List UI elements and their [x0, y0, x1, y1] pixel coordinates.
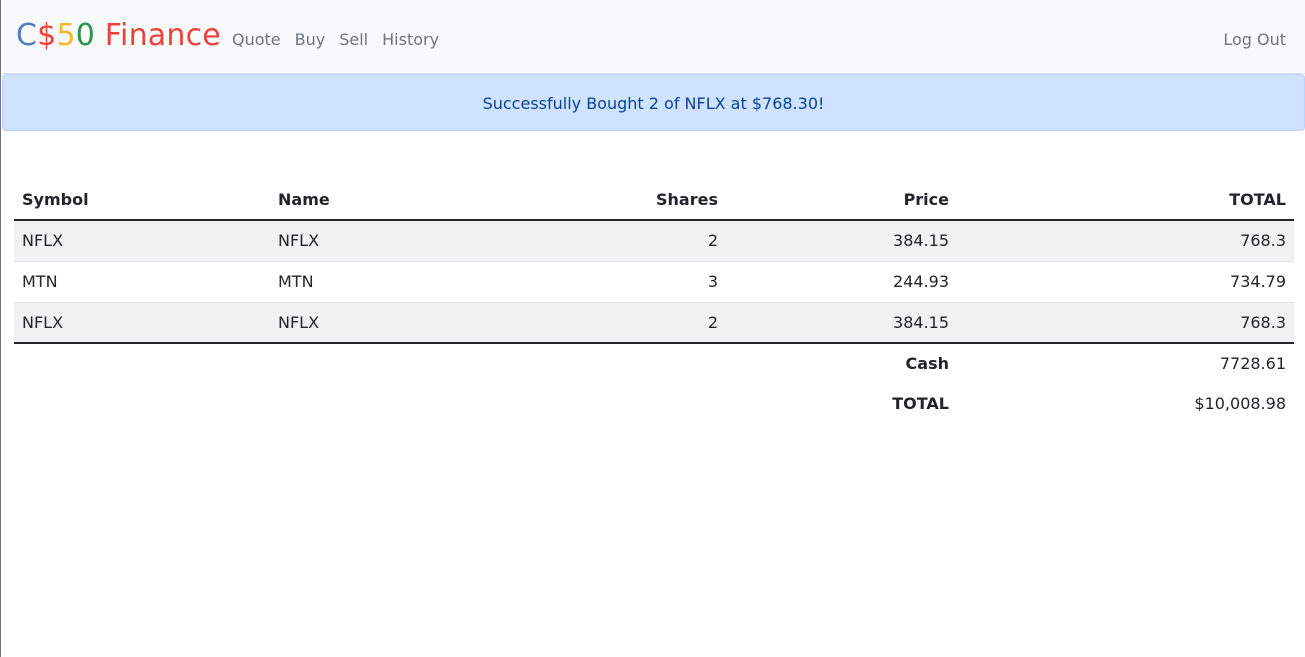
header-price: Price — [726, 180, 957, 221]
cell-total: 768.3 — [957, 220, 1294, 262]
nav-link-history[interactable]: History — [382, 28, 439, 52]
header-shares: Shares — [526, 180, 726, 221]
cell-name: NFLX — [270, 220, 526, 262]
page-frame: C$50 Finance Quote Buy Sell History Log … — [0, 0, 1305, 657]
cell-total: 734.79 — [957, 261, 1294, 303]
brand-part: $ — [37, 18, 57, 53]
logout-link[interactable]: Log Out — [1223, 28, 1286, 52]
cash-label: Cash — [905, 354, 949, 373]
cash-value: 7728.61 — [1219, 354, 1286, 373]
brand-part: 0 — [75, 18, 96, 53]
cell-name: MTN — [270, 261, 526, 303]
brand-part: 5 — [56, 18, 76, 53]
grand-total-row: TOTAL $10,008.98 — [14, 383, 1294, 423]
portfolio-table: Symbol Name Shares Price TOTAL NFLX NFLX… — [14, 180, 1294, 423]
cash-row: Cash 7728.61 — [14, 343, 1294, 383]
table-row: NFLX NFLX 2 384.15 768.3 — [14, 302, 1294, 344]
cell-symbol: NFLX — [14, 220, 270, 262]
brand-logo[interactable]: C$50 Finance — [16, 18, 221, 54]
navbar: C$50 Finance Quote Buy Sell History Log … — [2, 0, 1305, 74]
cell-symbol: NFLX — [14, 302, 270, 344]
cell-shares: 3 — [526, 261, 726, 303]
grand-total-label: TOTAL — [892, 393, 949, 413]
header-total: TOTAL — [957, 180, 1294, 221]
cell-symbol: MTN — [14, 261, 270, 303]
brand-part: C — [16, 18, 38, 53]
grand-total-value: $10,008.98 — [1194, 393, 1286, 413]
cell-shares: 2 — [526, 220, 726, 262]
brand-part: Finance — [95, 18, 221, 53]
cell-price: 244.93 — [726, 261, 957, 303]
nav-links: Quote Buy Sell History — [232, 28, 453, 52]
cell-price: 384.15 — [726, 302, 957, 344]
cell-shares: 2 — [526, 302, 726, 344]
nav-link-quote[interactable]: Quote — [232, 28, 281, 52]
header-symbol: Symbol — [14, 180, 270, 221]
cell-total: 768.3 — [957, 302, 1294, 344]
nav-link-sell[interactable]: Sell — [339, 28, 368, 52]
cell-name: NFLX — [270, 302, 526, 344]
header-name: Name — [270, 180, 526, 221]
table-row: NFLX NFLX 2 384.15 768.3 — [14, 220, 1294, 262]
table-header-row: Symbol Name Shares Price TOTAL — [14, 180, 1294, 221]
table-row: MTN MTN 3 244.93 734.79 — [14, 261, 1294, 303]
nav-link-buy[interactable]: Buy — [295, 28, 326, 52]
cell-price: 384.15 — [726, 220, 957, 262]
success-alert: Successfully Bought 2 of NFLX at $768.30… — [2, 74, 1305, 131]
